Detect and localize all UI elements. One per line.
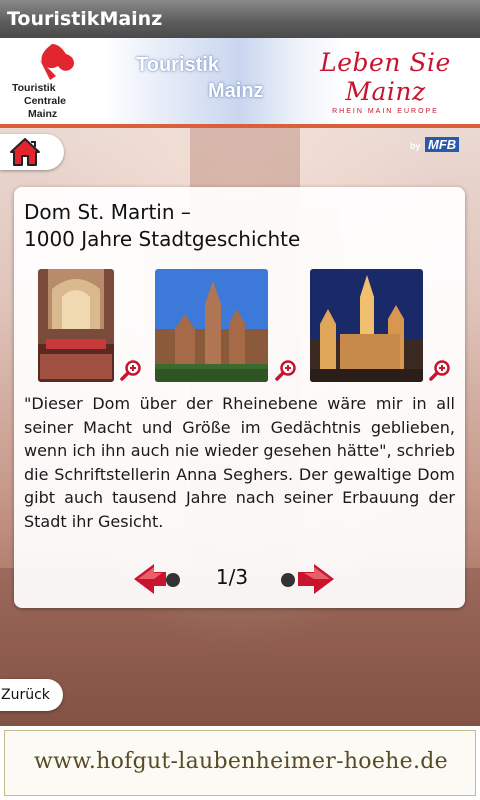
app-title-bar: TouristikMainz: [0, 0, 480, 38]
thumbnail-exterior-night[interactable]: [310, 269, 423, 382]
home-icon: [10, 138, 40, 166]
tcm-line-3: Mainz: [28, 108, 58, 120]
touristik-centrale-text: Touristik Centrale Mainz: [12, 82, 66, 121]
lsm-subtitle: RHEIN MAIN EUROPE: [332, 108, 439, 115]
leben-sie-mainz-logo: Leben Sie Mainz RHEIN MAIN EUROPE: [298, 48, 473, 115]
tm-word-2: Mainz: [208, 80, 264, 102]
exterior-night-photo-icon: [310, 269, 423, 382]
mfb-logo-text: MFB: [425, 137, 460, 152]
tm-word-1: Touristik: [136, 54, 219, 76]
by-label: by: [410, 141, 421, 151]
header-banner: Touristik Centrale Mainz Touristik Mainz…: [0, 38, 480, 124]
previous-arrow-icon[interactable]: [132, 561, 192, 597]
zoom-icon[interactable]: [429, 359, 451, 381]
next-arrow-icon[interactable]: [276, 561, 336, 597]
advertisement-frame: www.hofgut-laubenheimer-hoehe.de: [4, 730, 476, 796]
page-indicator: 1/3: [215, 565, 249, 589]
tcm-line-2: Centrale: [24, 95, 67, 107]
exterior-day-photo-icon: [155, 269, 268, 382]
zoom-icon[interactable]: [275, 359, 297, 381]
thumbnail-exterior-day[interactable]: [155, 269, 268, 382]
pager: 1/3: [14, 561, 465, 597]
zoom-icon[interactable]: [120, 359, 142, 381]
lsm-script: Leben Sie Mainz: [320, 48, 451, 106]
advertisement-url: www.hofgut-laubenheimer-hoehe.de: [34, 749, 448, 774]
home-button[interactable]: [0, 134, 64, 170]
tcm-line-1: Touristik: [12, 82, 56, 94]
interior-photo-icon: [38, 269, 114, 382]
description-text: "Dieser Dom über der Rheinebene wäre mir…: [24, 394, 455, 531]
thumbnail-interior[interactable]: [38, 269, 114, 382]
app-title: TouristikMainz: [7, 8, 163, 30]
touristik-mainz-wordmark: Touristik Mainz: [136, 52, 264, 104]
advertisement-banner[interactable]: www.hofgut-laubenheimer-hoehe.de: [0, 726, 480, 800]
card-title: Dom St. Martin – 1000 Jahre Stadtgeschic…: [24, 200, 301, 251]
back-button[interactable]: Zurück: [0, 679, 63, 711]
content-card: Dom St. Martin – 1000 Jahre Stadtgeschic…: [14, 187, 465, 608]
by-mfb-logo: by MFB: [408, 137, 460, 152]
